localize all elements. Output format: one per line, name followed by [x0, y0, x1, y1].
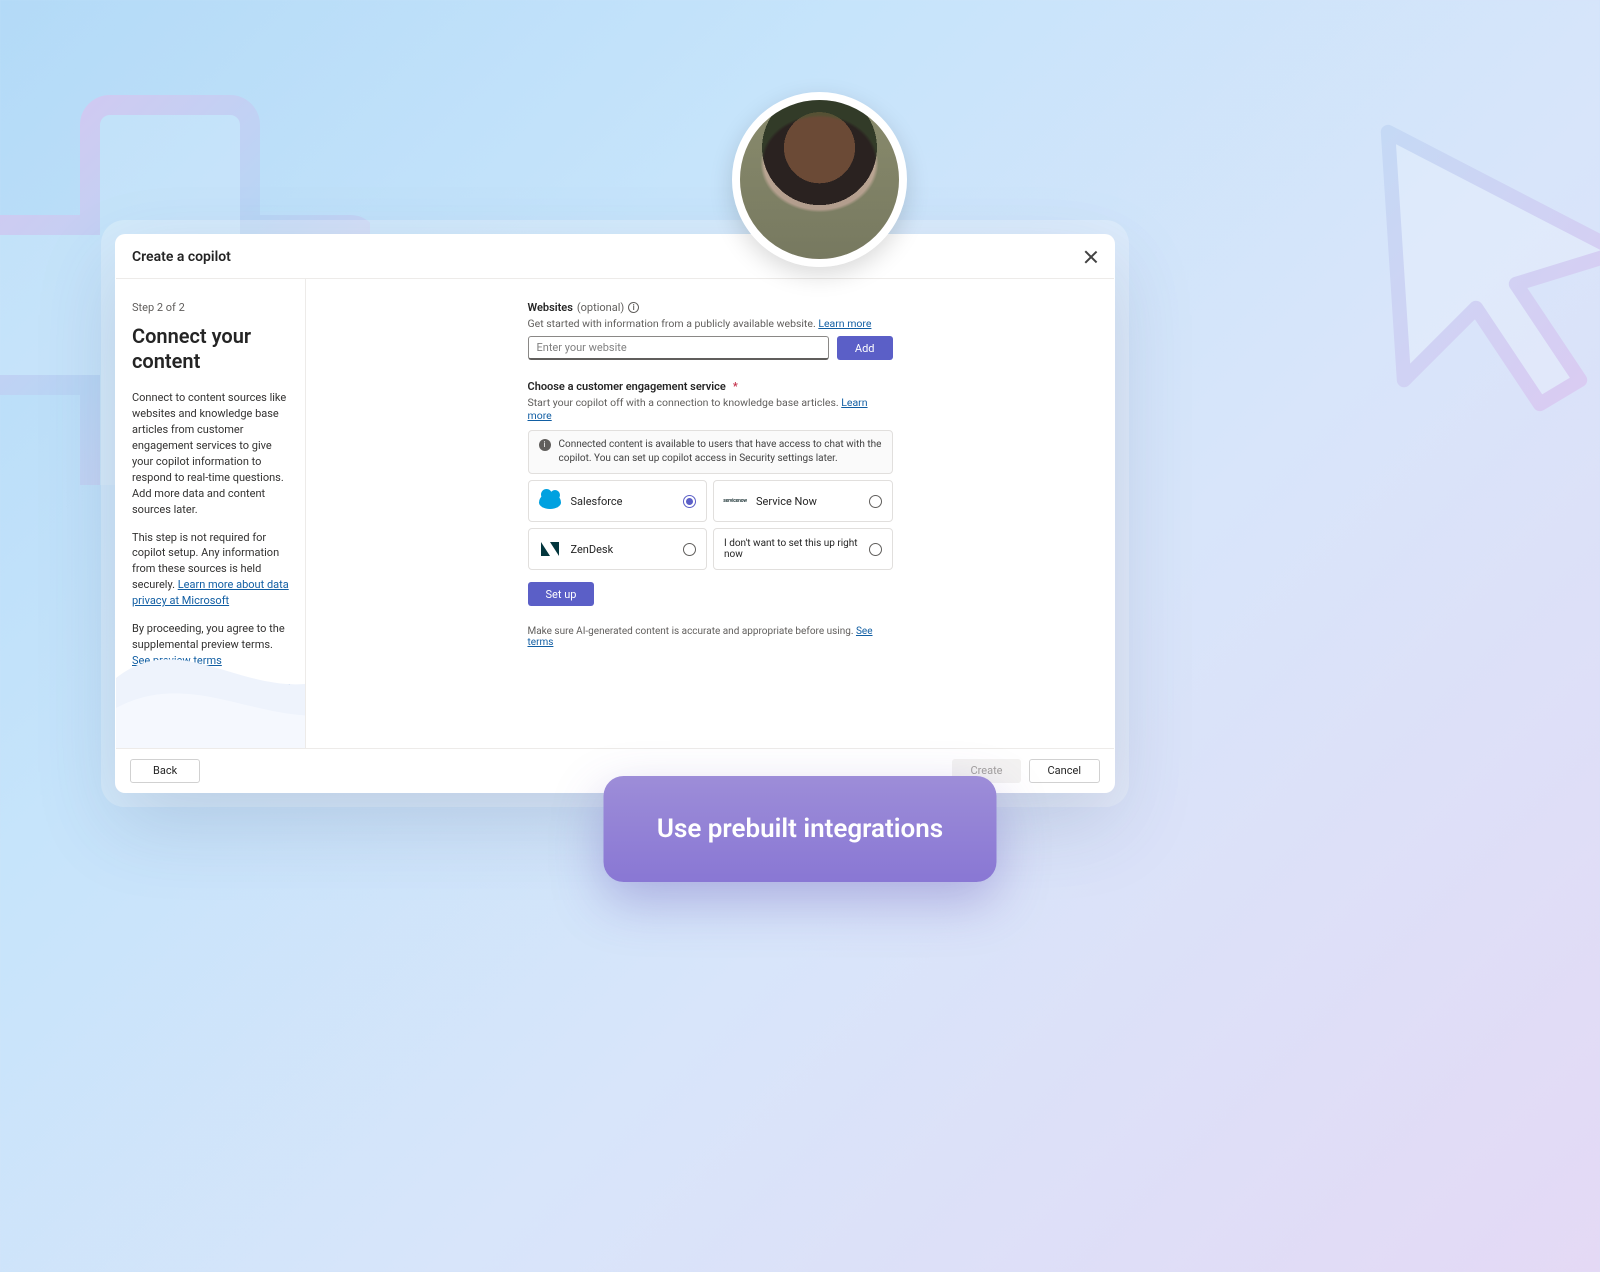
window-title: Create a copilot [132, 249, 231, 265]
setup-button[interactable]: Set up [528, 582, 595, 606]
avatar [732, 92, 907, 267]
service-option-label: ZenDesk [571, 543, 674, 556]
preview-terms-link[interactable]: See preview terms [132, 654, 222, 667]
cta-banner: Use prebuilt integrations [604, 776, 997, 882]
service-label: Choose a customer engagement service * [528, 380, 893, 393]
cta-label: Use prebuilt integrations [657, 814, 943, 844]
radio-unselected-icon [869, 495, 882, 508]
cancel-button[interactable]: Cancel [1029, 759, 1100, 783]
sidebar-para-4: Learn more about responsible AI at Micro… [132, 681, 293, 713]
service-option-label: I don't want to set this up right now [724, 538, 859, 560]
info-banner-text: Connected content is available to users … [559, 438, 882, 466]
decorative-cursor-shape [1340, 100, 1600, 420]
info-icon: i [539, 439, 551, 451]
info-icon[interactable]: i [628, 302, 639, 313]
service-option-label: Salesforce [571, 495, 674, 508]
website-input[interactable] [528, 336, 829, 360]
ai-terms-text: Make sure AI-generated content is accura… [528, 626, 893, 648]
websites-learn-more-link[interactable]: Learn more [818, 317, 871, 330]
zendesk-icon [539, 538, 561, 560]
sidebar-para-2: This step is not required for copilot se… [132, 530, 293, 610]
close-icon[interactable] [1084, 250, 1098, 264]
window-header: Create a copilot [116, 235, 1114, 279]
copilot-wizard-window: Create a copilot Step 2 of 2 Connect you… [115, 234, 1115, 793]
websites-help: Get started with information from a publ… [528, 317, 893, 330]
info-banner: i Connected content is available to user… [528, 430, 893, 474]
service-options: Salesforce servicenow Service Now ZenDes… [528, 480, 893, 570]
sidebar-para-3: By proceeding, you agree to the suppleme… [132, 621, 293, 669]
back-button[interactable]: Back [130, 759, 200, 783]
sidebar-para-1: Connect to content sources like websites… [132, 390, 293, 518]
sidebar-heading: Connect your content [132, 324, 293, 374]
step-indicator: Step 2 of 2 [132, 301, 293, 314]
salesforce-icon [539, 490, 561, 512]
service-option-servicenow[interactable]: servicenow Service Now [713, 480, 893, 522]
window-body: Step 2 of 2 Connect your content Connect… [116, 279, 1114, 748]
service-option-label: Service Now [756, 495, 859, 508]
service-option-salesforce[interactable]: Salesforce [528, 480, 708, 522]
responsible-ai-link[interactable]: Learn more about responsible AI at Micro… [132, 682, 291, 711]
service-help: Start your copilot off with a connection… [528, 396, 893, 422]
websites-label: Websites (optional) i [528, 301, 893, 314]
radio-unselected-icon [869, 543, 882, 556]
radio-selected-icon [683, 495, 696, 508]
service-option-zendesk[interactable]: ZenDesk [528, 528, 708, 570]
servicenow-icon: servicenow [724, 490, 746, 512]
service-option-none[interactable]: I don't want to set this up right now [713, 528, 893, 570]
required-asterisk: * [733, 380, 738, 393]
wizard-main: Websites (optional) i Get started with i… [306, 279, 1114, 748]
add-website-button[interactable]: Add [837, 336, 893, 360]
wizard-sidebar: Step 2 of 2 Connect your content Connect… [116, 279, 306, 748]
radio-unselected-icon [683, 543, 696, 556]
